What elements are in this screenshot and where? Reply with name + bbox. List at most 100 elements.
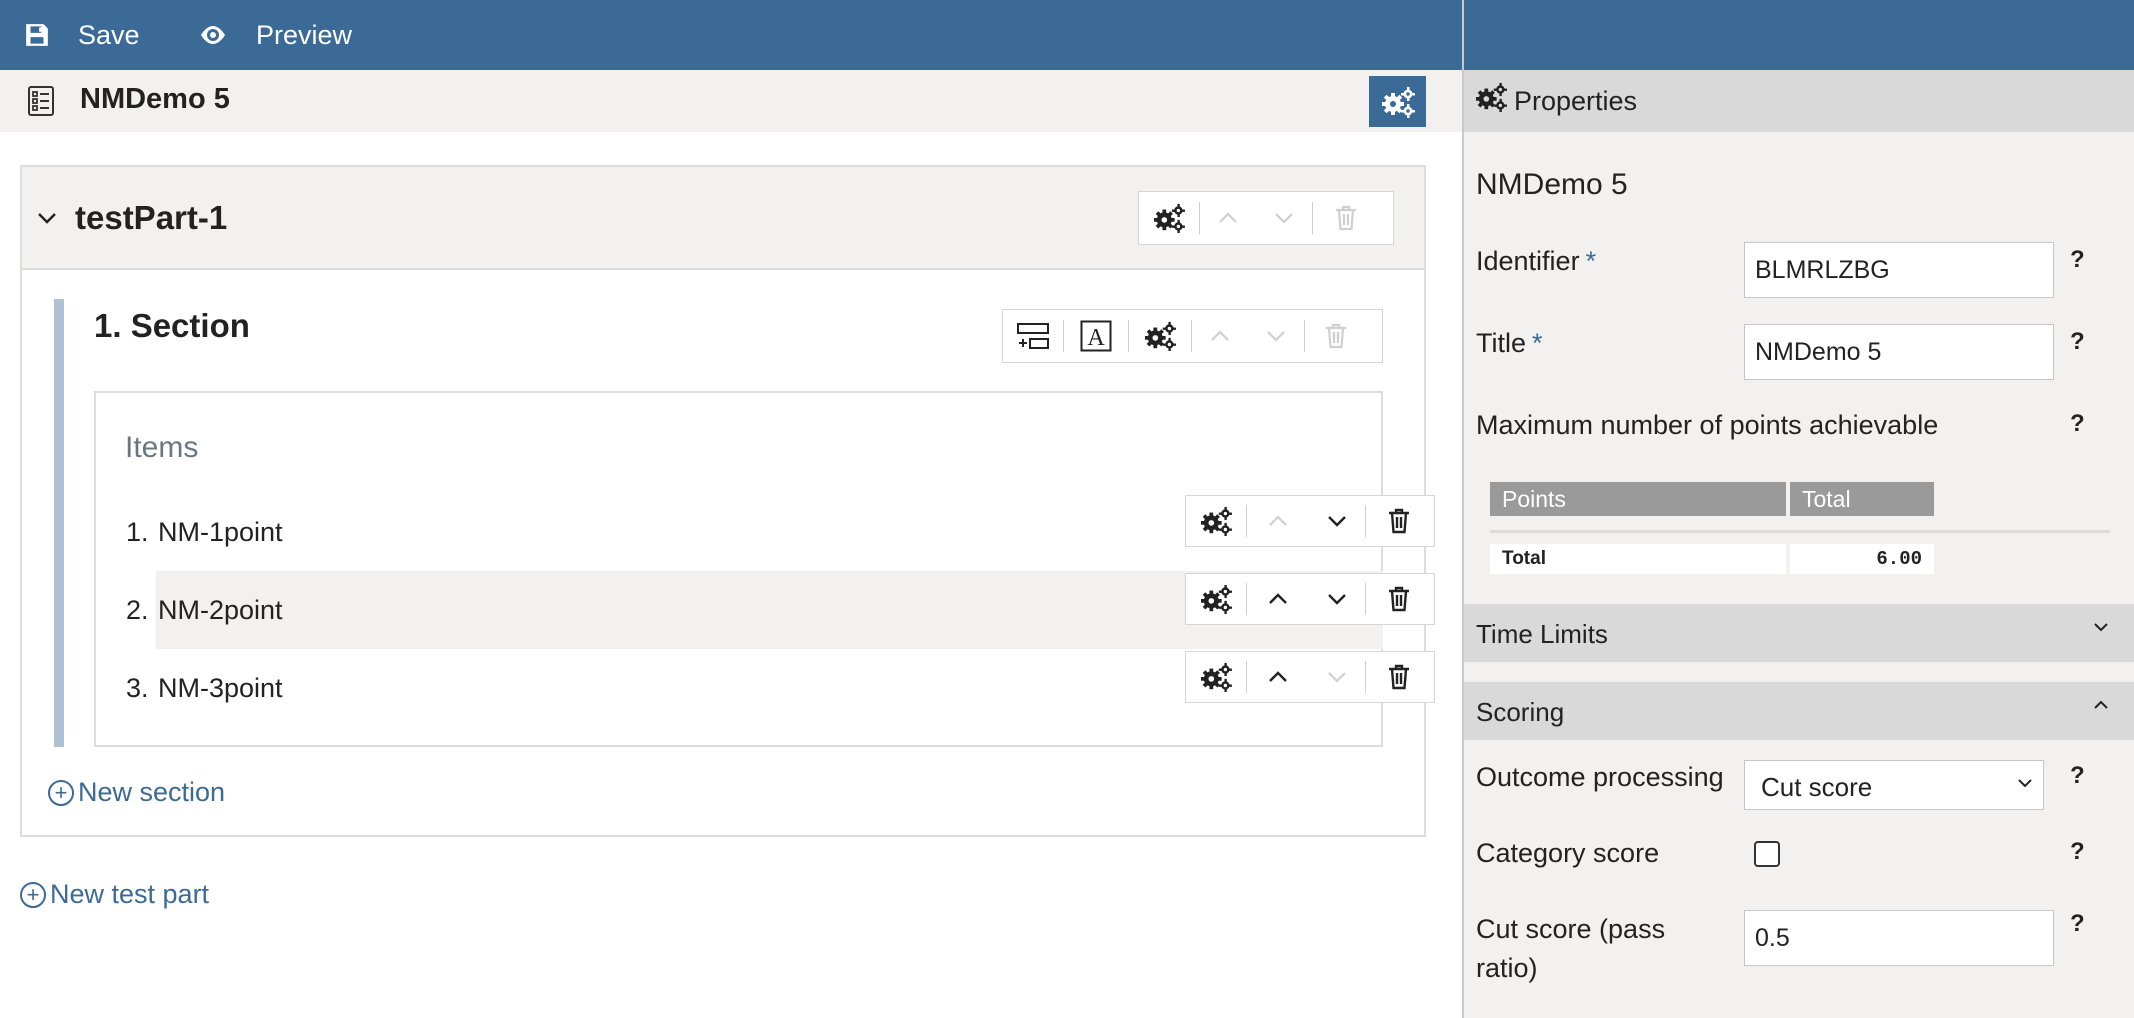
section-properties-button[interactable]: [1129, 310, 1191, 362]
chevron-down-icon: [1328, 672, 1346, 683]
move-down-button[interactable]: [1309, 496, 1365, 546]
add-row-icon: [1017, 323, 1049, 349]
gears-icon: [1476, 82, 1507, 112]
cut-score-label: Cut score (pass ratio): [1476, 914, 1666, 983]
required-marker: *: [1585, 246, 1597, 276]
test-part-properties-button[interactable]: [1139, 192, 1199, 244]
section-toolbar: A: [1002, 309, 1383, 363]
test-document-icon: [28, 86, 54, 116]
points-table-divider: [1490, 530, 2110, 533]
item-properties-button[interactable]: [1186, 496, 1246, 546]
test-part-toolbar: [1138, 191, 1394, 245]
gears-icon: [1381, 86, 1415, 118]
delete-button[interactable]: [1313, 192, 1379, 244]
item-label: NM-3point: [158, 673, 283, 703]
item-toolbar: [1185, 651, 1435, 703]
move-down-button[interactable]: [1309, 652, 1365, 702]
delete-button[interactable]: [1366, 574, 1432, 624]
chevron-down-icon: [1275, 213, 1293, 224]
new-section-link[interactable]: + New section: [48, 777, 225, 808]
delete-button[interactable]: [1366, 652, 1432, 702]
move-up-button[interactable]: [1192, 310, 1248, 362]
new-test-part-label: New test part: [50, 879, 210, 909]
move-up-button[interactable]: [1200, 192, 1256, 244]
properties-title: Properties: [1514, 86, 1638, 116]
text-block-icon: A: [1080, 320, 1112, 352]
section-title: 1. Section: [94, 307, 250, 344]
new-test-part-link[interactable]: + New test part: [20, 879, 209, 910]
trash-icon: [1389, 586, 1409, 612]
item-number: 1.: [126, 517, 149, 547]
cut-score-help-icon[interactable]: ?: [2070, 910, 2085, 938]
test-properties-button[interactable]: [1369, 76, 1426, 127]
delete-button[interactable]: [1366, 496, 1432, 546]
cut-score-field[interactable]: [1744, 910, 2054, 966]
test-part: testPart-1 1. Section A Items 1. NM-1poi…: [20, 165, 1435, 837]
save-label: Save: [78, 19, 140, 50]
gears-icon: [1154, 203, 1185, 233]
time-limits-accordion[interactable]: Time Limits: [1464, 604, 2134, 662]
outcome-processing-label: Outcome processing: [1476, 762, 1724, 792]
test-editor: Save Preview NMDemo 5 testPart-1 1. Sect…: [0, 0, 2134, 1018]
identifier-help-icon[interactable]: ?: [2070, 246, 2085, 274]
plus-circle-icon: +: [20, 881, 46, 908]
move-down-button[interactable]: [1248, 310, 1304, 362]
new-section-label: New section: [78, 777, 226, 807]
item-properties-button[interactable]: [1186, 574, 1246, 624]
points-row-value: 6.00: [1790, 544, 1934, 574]
section: 1. Section A Items 1. NM-1point 2. NM-2p…: [54, 299, 1435, 747]
outcome-processing-value: Cut score: [1761, 772, 1873, 802]
chevron-up-icon: [2094, 700, 2108, 709]
preview-label: Preview: [256, 19, 353, 50]
chevron-up-icon: [1219, 212, 1237, 223]
trash-icon: [1389, 508, 1409, 534]
save-button[interactable]: Save: [24, 0, 140, 70]
category-score-label: Category score: [1476, 838, 1660, 868]
move-up-button[interactable]: [1247, 574, 1309, 624]
item-toolbar: [1185, 495, 1435, 547]
scoring-accordion[interactable]: Scoring: [1464, 682, 2134, 740]
identifier-label: Identifier *: [1476, 246, 1597, 276]
max-points-help-icon[interactable]: ?: [2070, 410, 2085, 438]
rubric-block-button[interactable]: A: [1064, 310, 1128, 362]
title-field[interactable]: [1744, 324, 2054, 380]
move-up-button[interactable]: [1247, 652, 1309, 702]
scoring-label: Scoring: [1476, 697, 1565, 727]
outcome-processing-help-icon[interactable]: ?: [2070, 762, 2085, 790]
preview-button[interactable]: Preview: [198, 0, 352, 70]
gears-icon: [1201, 662, 1232, 692]
title-help-icon[interactable]: ?: [2070, 328, 2085, 356]
item-label: NM-1point: [158, 517, 283, 547]
max-points-label: Maximum number of points achievable: [1476, 410, 1939, 440]
delete-button[interactable]: [1305, 310, 1367, 362]
properties-panel: Properties NMDemo 5 Identifier* ? Title*…: [1464, 70, 2134, 1018]
items-box: Items 1. NM-1point 2. NM-2point 3. NM-3p…: [94, 391, 1435, 747]
category-score-help-icon[interactable]: ?: [2070, 838, 2085, 866]
move-up-button[interactable]: [1247, 496, 1309, 546]
item-row[interactable]: 1. NM-1point: [126, 493, 1435, 571]
outcome-processing-select[interactable]: Cut score: [1744, 760, 2044, 810]
gears-icon: [1145, 321, 1176, 351]
properties-test-name: NMDemo 5: [1476, 168, 1628, 201]
item-properties-button[interactable]: [1186, 652, 1246, 702]
top-action-bar: Save Preview: [0, 0, 1462, 70]
chevron-down-icon: [1267, 331, 1285, 342]
test-part-header: testPart-1: [22, 167, 1424, 270]
item-row[interactable]: 3. NM-3point: [126, 649, 1435, 727]
total-column-header: Total: [1790, 482, 1934, 516]
move-down-button[interactable]: [1309, 574, 1365, 624]
identifier-field[interactable]: [1744, 242, 2054, 298]
category-score-checkbox[interactable]: [1754, 841, 1780, 867]
move-down-button[interactable]: [1256, 192, 1312, 244]
chevron-down-icon[interactable]: [36, 207, 58, 229]
test-title: NMDemo 5: [80, 83, 230, 115]
test-title-bar: NMDemo 5: [0, 70, 1462, 132]
properties-header: Properties: [1464, 70, 2134, 132]
save-icon: [26, 24, 48, 46]
add-item-button[interactable]: [1003, 310, 1063, 362]
test-part-title: testPart-1: [75, 199, 228, 236]
item-toolbar: [1185, 573, 1435, 625]
top-bar-right: [1464, 0, 2134, 70]
item-row[interactable]: 2. NM-2point: [126, 571, 1435, 649]
section-indicator-bar: [54, 299, 64, 747]
